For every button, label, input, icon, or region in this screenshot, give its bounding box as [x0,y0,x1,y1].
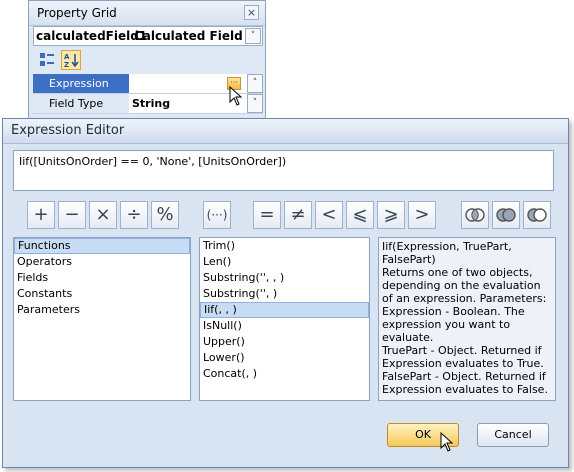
alphabetical-sort-icon[interactable]: A Z [61,50,81,70]
category-list[interactable]: Functions Operators Fields Constants Par… [13,237,191,401]
category-item-parameters[interactable]: Parameters [14,302,190,318]
category-item-fields[interactable]: Fields [14,270,190,286]
expression-editor-dialog: Expression Editor Iif([UnitsOnOrder] == … [2,118,569,468]
modulo-button[interactable]: % [151,201,179,229]
property-label: Expression [33,74,129,93]
function-item[interactable]: IsNull() [200,318,369,334]
property-grid-title: Property Grid [37,6,117,20]
minus-button[interactable]: − [58,201,86,229]
scroll-up-icon[interactable]: ˄ [247,74,263,93]
svg-text:A: A [64,53,70,61]
categorized-icon[interactable] [37,50,57,70]
dialog-title: Expression Editor [11,123,125,138]
operator-toolbar: + − × ÷ % (···) = ≠ < ⩽ ⩾ > [17,201,557,229]
category-item-operators[interactable]: Operators [14,254,190,270]
function-description: Iif(Expression, TruePart, FalsePart) Ret… [378,237,556,401]
greater-or-equal-button[interactable]: ⩾ [377,201,405,229]
multiply-button[interactable]: × [89,201,117,229]
less-than-button[interactable]: < [315,201,343,229]
cancel-button[interactable]: Cancel [477,423,549,447]
property-grid-titlebar: Property Grid × [29,1,265,26]
category-item-constants[interactable]: Constants [14,286,190,302]
function-item-selected[interactable]: Iif(, , ) [200,302,369,318]
not-operator-icon[interactable] [523,201,551,229]
function-item[interactable]: Len() [200,254,369,270]
divide-button[interactable]: ÷ [120,201,148,229]
function-item[interactable]: Trim() [200,238,369,254]
scroll-down-icon[interactable]: ˅ [247,94,263,113]
property-value[interactable] [130,74,263,93]
object-type: Calculated Field [134,29,243,43]
function-item[interactable]: Substring('', , ) [200,270,369,286]
function-item[interactable]: Concat(, ) [200,366,369,382]
function-item[interactable]: Lower() [200,350,369,366]
property-value[interactable]: String [130,94,263,113]
equals-button[interactable]: = [253,201,281,229]
not-equals-button[interactable]: ≠ [284,201,312,229]
svg-text:Z: Z [64,61,69,69]
close-icon[interactable]: × [244,5,259,20]
function-item[interactable]: Upper() [200,334,369,350]
category-item-functions[interactable]: Functions [14,238,190,254]
function-list[interactable]: Trim() Len() Substring('', , ) Substring… [199,237,370,401]
expression-editor-titlebar: Expression Editor [3,119,568,144]
greater-than-button[interactable]: > [408,201,436,229]
mouse-cursor-icon [440,432,454,452]
or-operator-icon[interactable] [492,201,520,229]
chevron-down-icon[interactable]: ˅ [245,28,261,44]
property-label: Field Type [33,94,129,113]
parentheses-button[interactable]: (···) [203,201,231,229]
plus-button[interactable]: + [27,201,55,229]
and-operator-icon[interactable] [461,201,489,229]
function-item[interactable]: Substring('', ) [200,286,369,302]
object-name: calculatedField1 [36,29,148,43]
mouse-cursor-icon [229,86,243,106]
less-or-equal-button[interactable]: ⩽ [346,201,374,229]
object-selector[interactable]: calculatedField1 Calculated Field ˅ [33,26,263,46]
expression-input[interactable]: Iif([UnitsOnOrder] == 0, 'None', [UnitsO… [13,150,554,191]
